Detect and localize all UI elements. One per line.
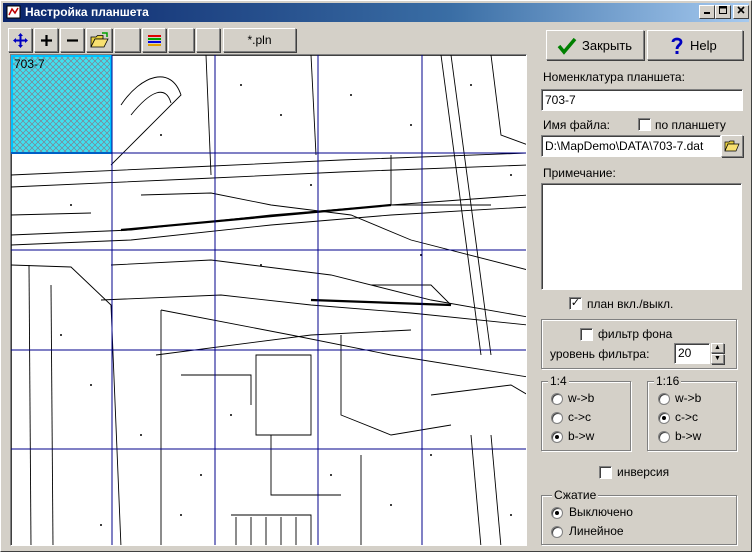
scale-1-16-label-wb: w->b [675, 391, 702, 405]
title-bar[interactable]: Настройка планшета [3, 3, 749, 22]
minimize-icon [704, 12, 710, 14]
minus-icon [67, 39, 78, 42]
scale-1-4-label-wb: w->b [568, 391, 595, 405]
scale-1-4-title: 1:4 [548, 374, 569, 388]
empty-tool-button-2[interactable] [168, 28, 194, 52]
scale-1-16-title: 1:16 [654, 374, 682, 388]
open-file-button[interactable] [86, 28, 112, 52]
bg-filter-label: фильтр фона [598, 327, 673, 341]
map-dots [50, 74, 512, 526]
pln-button-label: *.pln [247, 33, 272, 47]
checkmark-icon [557, 37, 577, 55]
window-title: Настройка планшета [25, 5, 149, 19]
layers-button[interactable] [142, 28, 166, 52]
tile-label: 703-7 [14, 57, 45, 71]
scale-1-4-label-bw: b->w [568, 429, 595, 443]
check-mark-icon: ✓ [570, 297, 581, 309]
bg-filter-checkbox[interactable] [580, 328, 593, 341]
inversion-label: инверсия [617, 465, 670, 479]
help-button[interactable]: Help [647, 30, 743, 60]
move-tool-button[interactable] [8, 28, 32, 52]
scale-1-16-radio-wb[interactable] [658, 393, 670, 405]
plus-icon [41, 35, 52, 46]
scale-1-4-radio-bw[interactable] [551, 431, 563, 443]
empty-tool-button-3[interactable] [196, 28, 220, 52]
maximize-button[interactable] [715, 5, 731, 19]
move-arrows-icon [13, 33, 28, 48]
question-icon [671, 37, 683, 54]
zoom-in-button[interactable] [34, 28, 58, 52]
browse-file-button[interactable] [721, 135, 743, 157]
scale-1-4-label-cc: c->c [568, 410, 592, 424]
note-textarea[interactable] [541, 183, 742, 290]
pln-button[interactable]: *.pln [223, 28, 296, 52]
filename-label: Имя файла: [543, 118, 610, 132]
filter-level-up[interactable]: ▲ [711, 343, 724, 353]
by-tile-checkbox[interactable] [638, 118, 651, 131]
plan-toggle-label: план вкл./выкл. [587, 297, 674, 311]
minimize-button[interactable] [699, 5, 715, 19]
close-button-label: Закрыть [582, 38, 633, 53]
open-folder-icon [90, 32, 109, 48]
inversion-checkbox[interactable] [599, 466, 612, 479]
scale-1-16-radio-cc[interactable] [658, 412, 670, 424]
compression-radio-linear[interactable] [551, 526, 563, 538]
compression-title: Сжатие [552, 488, 599, 502]
filter-level-label: уровень фильтра: [550, 347, 650, 361]
filter-level-input[interactable]: 20 [674, 343, 710, 364]
zoom-out-button[interactable] [60, 28, 84, 52]
scale-1-4-radio-cc[interactable] [551, 412, 563, 424]
note-label: Примечание: [543, 166, 616, 180]
scale-1-16-radio-bw[interactable] [658, 431, 670, 443]
folder-icon [724, 140, 740, 152]
map-bold-lines [120, 203, 452, 307]
close-window-button[interactable] [733, 5, 749, 19]
layers-icon [148, 35, 161, 46]
dialog-window: Настройка планшета *.pln 703-7 Закрыть H… [0, 0, 752, 552]
scale-1-16-label-bw: b->w [675, 429, 702, 443]
compression-radio-off[interactable] [551, 507, 563, 519]
help-button-label: Help [690, 38, 717, 53]
empty-tool-button-1[interactable] [114, 28, 140, 52]
compression-label-off: Выключено [569, 505, 633, 519]
compression-label-linear: Линейное [569, 524, 624, 538]
map-canvas[interactable]: 703-7 [11, 55, 527, 546]
close-button[interactable]: Закрыть [546, 30, 644, 60]
map-view[interactable]: 703-7 [10, 54, 527, 546]
by-tile-label: по планшету [655, 118, 726, 132]
filename-input[interactable]: D:\MapDemo\DATA\703-7.dat [541, 135, 721, 157]
maximize-icon [719, 6, 727, 14]
scale-1-16-label-cc: c->c [675, 410, 699, 424]
app-icon [6, 5, 21, 19]
close-icon [737, 6, 745, 14]
plan-toggle-checkbox[interactable]: ✓ [569, 297, 582, 310]
nomenclature-label: Номенклатура планшета: [543, 70, 685, 84]
filter-level-down[interactable]: ▼ [711, 354, 724, 364]
nomenclature-input[interactable]: 703-7 [541, 89, 743, 111]
scale-1-4-radio-wb[interactable] [551, 393, 563, 405]
